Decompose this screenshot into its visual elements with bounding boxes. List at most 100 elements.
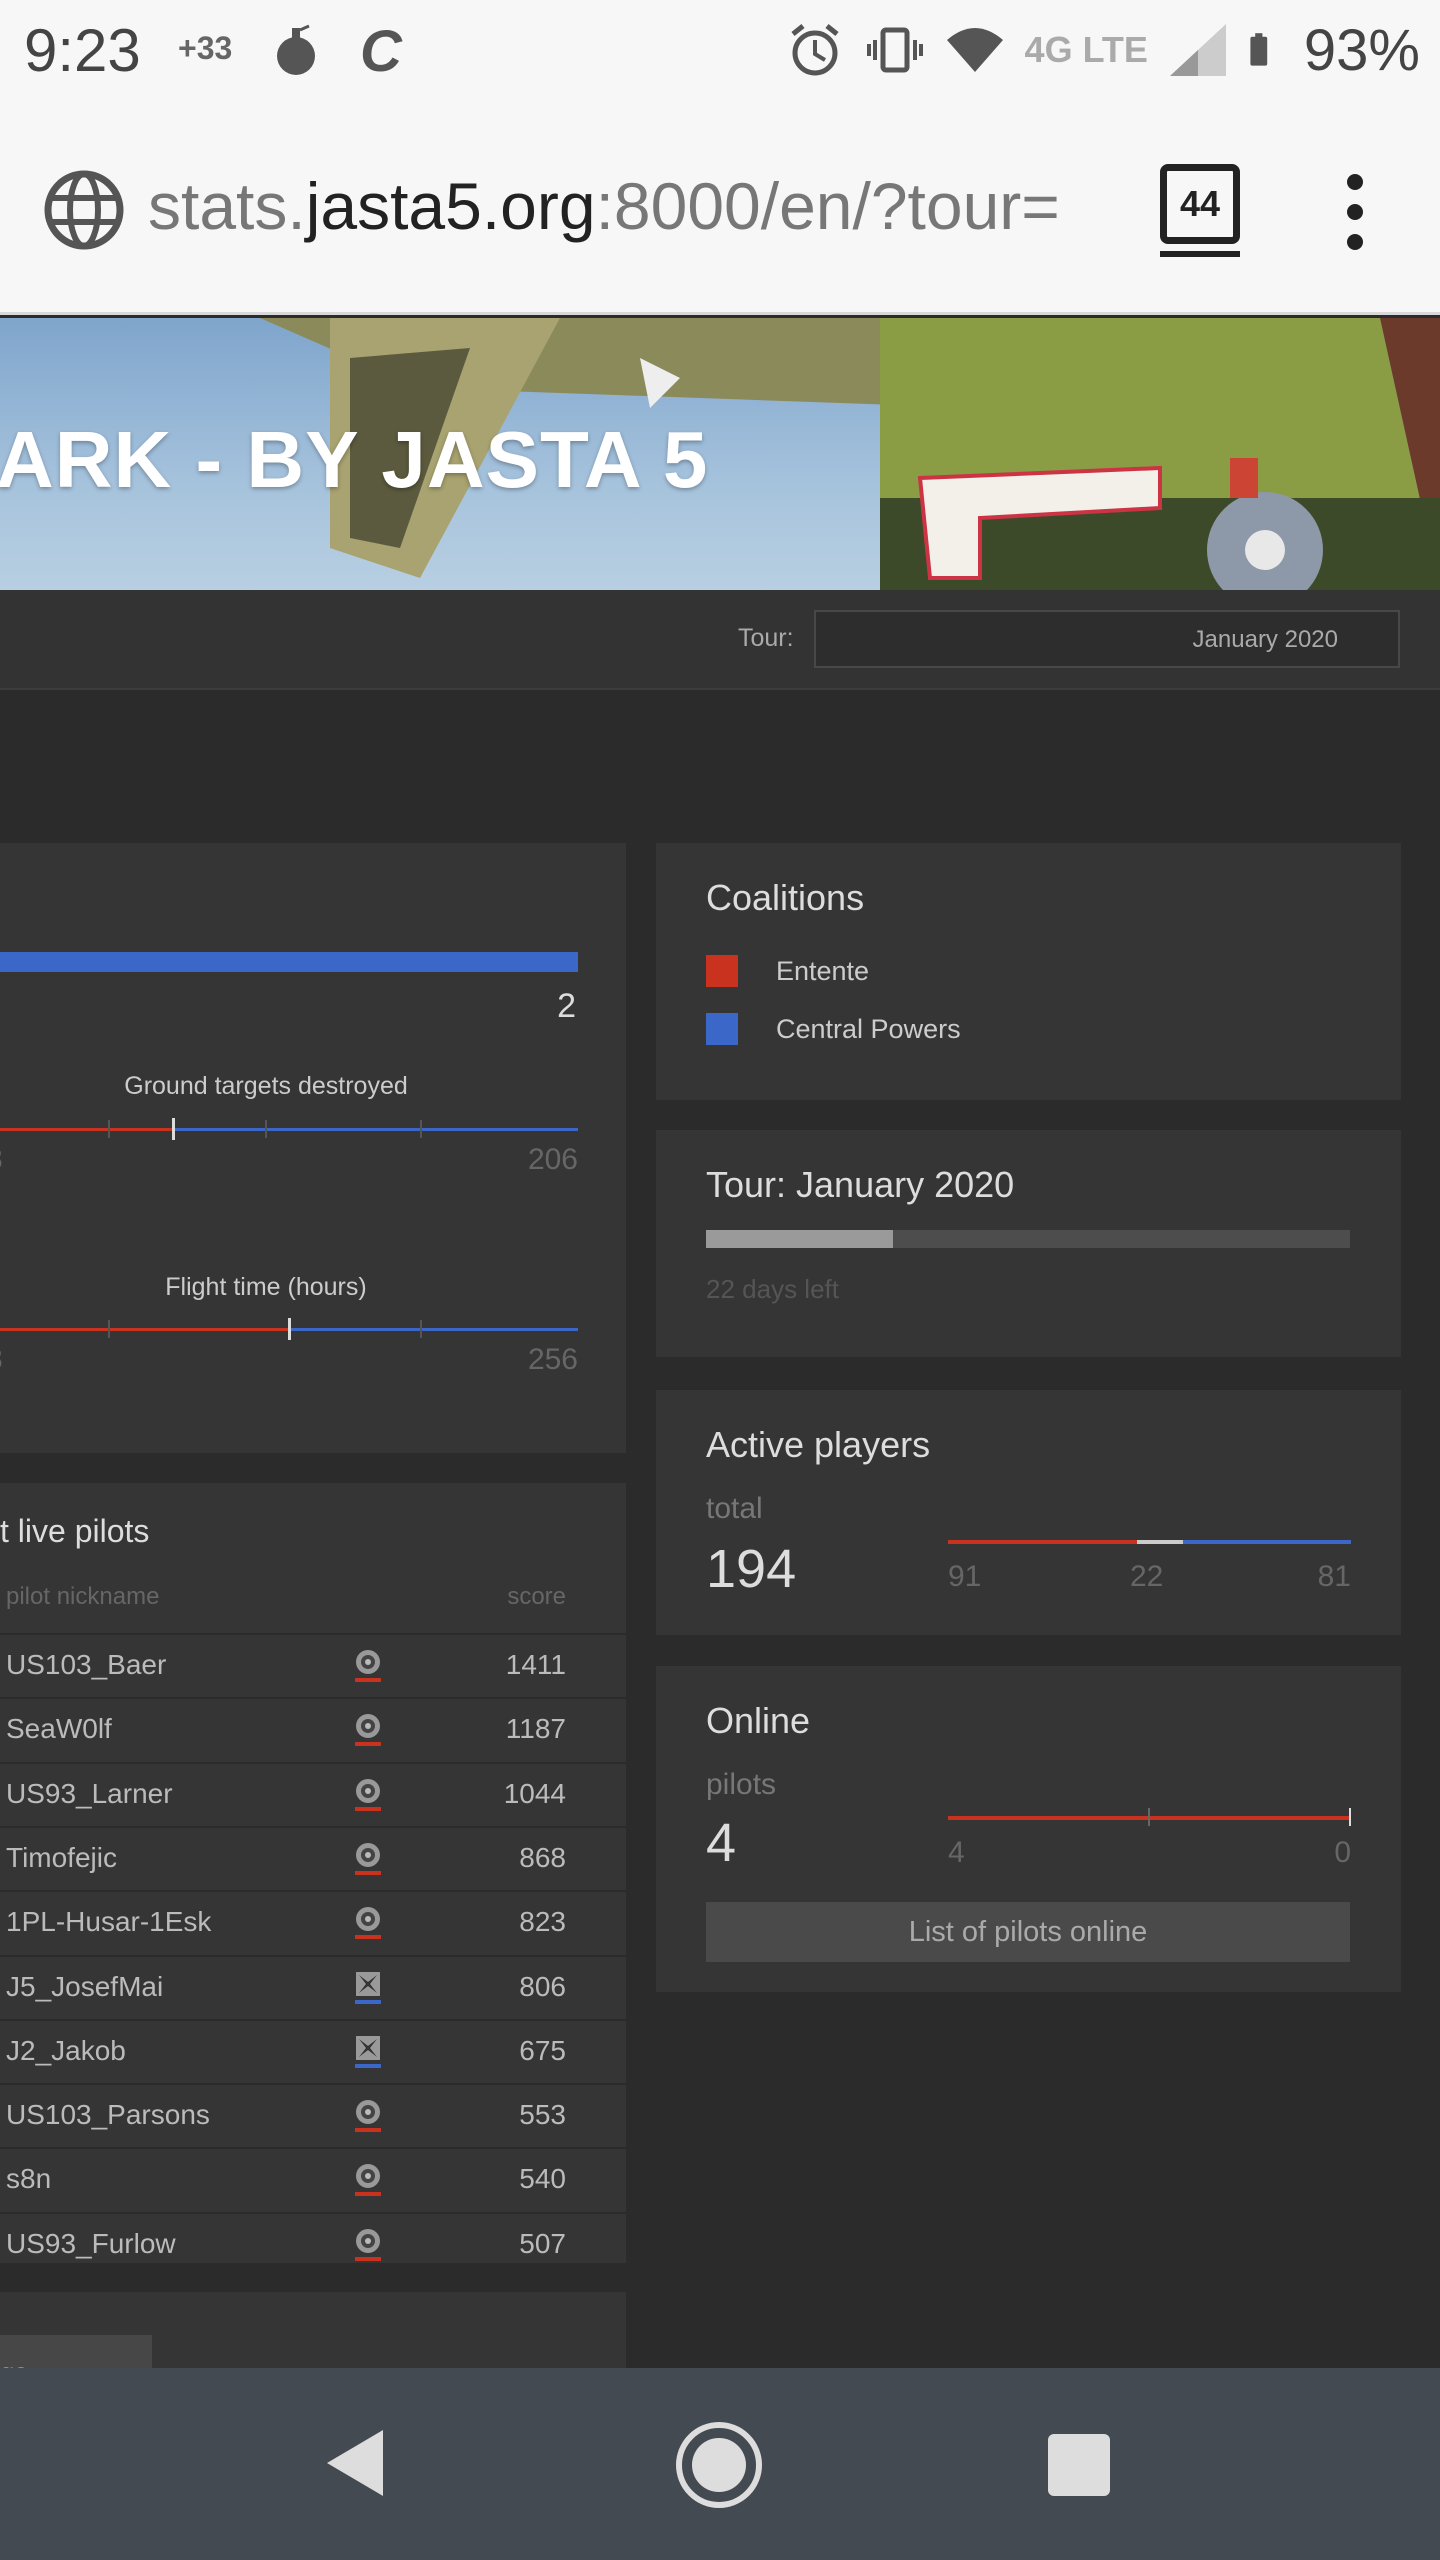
pilot-row[interactable]: US93_Larner 1044 [0, 1761, 626, 1826]
roundel-icon [355, 2228, 381, 2261]
pilot-nickname[interactable]: J5_JosefMai [6, 1971, 163, 2003]
bar-tick [420, 1120, 422, 1138]
legend-entente: Entente [706, 955, 869, 987]
vibrate-icon [866, 27, 923, 73]
pilots-table-header: pilot nickname score [0, 1583, 626, 1633]
days-left: 22 days left [706, 1274, 839, 1304]
online-total: 4 [706, 1813, 737, 1873]
legend-label-central: Central Powers [776, 1013, 961, 1044]
tour-select-value: January 2020 [1192, 626, 1338, 653]
col-nickname: pilot nickname [6, 1583, 160, 1610]
ground-targets-central-bar [173, 1128, 578, 1131]
tour-label: Tour: [738, 624, 794, 652]
flight-time-entente-value: 8 [0, 1343, 3, 1377]
pilot-nickname[interactable]: US103_Baer [6, 1649, 166, 1681]
signal-icon [1169, 24, 1226, 76]
central-swatch [706, 1013, 738, 1045]
url-domain: jasta5.org [305, 169, 596, 243]
pilot-score: 1044 [503, 1777, 566, 1809]
tour-panel: Tour: January 2020 22 days left [656, 1130, 1401, 1357]
network-type: 4G LTE [1024, 29, 1148, 70]
pilot-nickname[interactable]: SeaW0lf [6, 1713, 112, 1745]
col-score: score [507, 1583, 566, 1610]
iron-cross-icon [355, 1971, 381, 2004]
bar-tick [420, 1320, 422, 1338]
bar-tick [1148, 1808, 1150, 1826]
coalition-stats-panel: 2 Ground targets destroyed 8 206 Flight … [0, 843, 626, 1453]
roundel-icon [355, 2100, 381, 2133]
online-central-value: 0 [1334, 1836, 1351, 1869]
hero-title: ARK - BY JASTA 5 [0, 415, 709, 504]
legend-central: Central Powers [706, 1013, 961, 1045]
pilot-score: 823 [519, 1906, 566, 1938]
ground-targets-entente-value: 8 [0, 1143, 3, 1177]
coalitions-title: Coalitions [706, 877, 865, 918]
pilot-nickname[interactable]: US103_Parsons [6, 2099, 210, 2131]
tour-selector-bar: Tour: January 2020 [0, 590, 1440, 690]
recent-apps-icon[interactable] [1048, 2434, 1110, 2496]
stat-bar [0, 952, 578, 972]
pilot-nickname[interactable]: 1PL-Husar-1Esk [6, 1906, 211, 1938]
browser-toolbar: stats.jasta5.org:8000/en/?tour= 44 [0, 100, 1440, 315]
top-pilots-title: t live pilots [0, 1513, 150, 1549]
pilot-row[interactable]: US93_Furlow 507 [0, 2211, 626, 2276]
status-bar: 9:23 +33 C 4G LTE 93% [0, 0, 1440, 100]
url-prefix: stats. [148, 169, 306, 243]
pilot-row[interactable]: Timofejic 868 [0, 1825, 626, 1890]
back-icon[interactable] [325, 2428, 385, 2498]
legend-label-entente: Entente [776, 955, 870, 986]
home-icon[interactable] [674, 2420, 764, 2510]
pilot-nickname[interactable]: J2_Jakob [6, 2035, 126, 2067]
pilot-nickname[interactable]: s8n [6, 2163, 51, 2195]
flight-time-label: Flight time (hours) [165, 1273, 367, 1301]
bar-tick [265, 1120, 267, 1138]
wifi-icon [946, 28, 1003, 72]
notification-badge: +33 [178, 30, 233, 66]
bar-tick [108, 1120, 110, 1138]
online-bar [948, 1808, 1351, 1826]
stat-bar-value: 2 [557, 987, 576, 1025]
list-pilots-online-button[interactable]: List of pilots online [706, 1902, 1350, 1962]
bomb-icon [277, 24, 315, 75]
ground-targets-central-value: 206 [527, 1143, 578, 1176]
pilot-nickname[interactable]: US93_Furlow [6, 2228, 176, 2260]
tour-progress-fill [706, 1230, 893, 1248]
pilot-row[interactable]: 1PL-Husar-1Esk 823 [0, 1890, 626, 1954]
alarm-icon [790, 24, 839, 76]
pilot-score: 1411 [505, 1649, 566, 1680]
online-marker [1349, 1808, 1351, 1826]
pilot-nickname[interactable]: US93_Larner [6, 1778, 173, 1810]
tab-switcher-button[interactable]: 44 [1160, 164, 1240, 257]
pilot-score: 553 [519, 2099, 566, 2131]
bar-tick [108, 1320, 110, 1338]
ground-targets-bar [0, 1118, 578, 1140]
pilot-score: 868 [519, 1841, 566, 1873]
coalitions-panel: Coalitions Entente Central Powers [656, 843, 1401, 1100]
pilot-row[interactable]: US103_Parsons 553 [0, 2083, 626, 2147]
pilot-score: 1187 [505, 1713, 566, 1745]
roundel-icon [355, 2164, 381, 2197]
flight-time-central-bar [289, 1328, 578, 1331]
status-time: 9:23 [24, 17, 141, 84]
pilot-row[interactable]: s8n 540 [0, 2147, 626, 2211]
tour-select[interactable]: January 2020 [814, 610, 1400, 668]
flight-time-bar [0, 1318, 578, 1340]
globe-icon[interactable] [42, 168, 126, 252]
pilot-row[interactable]: J5_JosefMai 806 [0, 1954, 626, 2019]
pilot-row[interactable]: US103_Baer 1411 [0, 1633, 626, 1697]
overflow-menu-icon[interactable] [1335, 172, 1375, 252]
active-players-sublabel: total [706, 1492, 763, 1525]
online-sublabel: pilots [706, 1768, 777, 1801]
tour-title: Tour: January 2020 [706, 1164, 1015, 1205]
pilot-nickname[interactable]: Timofejic [6, 1842, 117, 1874]
pilot-score: 507 [519, 2227, 566, 2259]
url-field[interactable]: stats.jasta5.org:8000/en/?tour= [148, 168, 1108, 244]
pilot-score: 675 [519, 2034, 566, 2066]
online-panel: Online pilots 4 4 0 List of pilots onlin… [656, 1666, 1401, 1992]
active-players-bar [948, 1540, 1351, 1544]
entente-swatch [706, 955, 738, 987]
pilot-row[interactable]: J2_Jakob 675 [0, 2018, 626, 2083]
active-neutral-bar [1137, 1540, 1183, 1544]
pilot-row[interactable]: SeaW0lf 1187 [0, 1697, 626, 1761]
roundel-icon [355, 1842, 381, 1875]
